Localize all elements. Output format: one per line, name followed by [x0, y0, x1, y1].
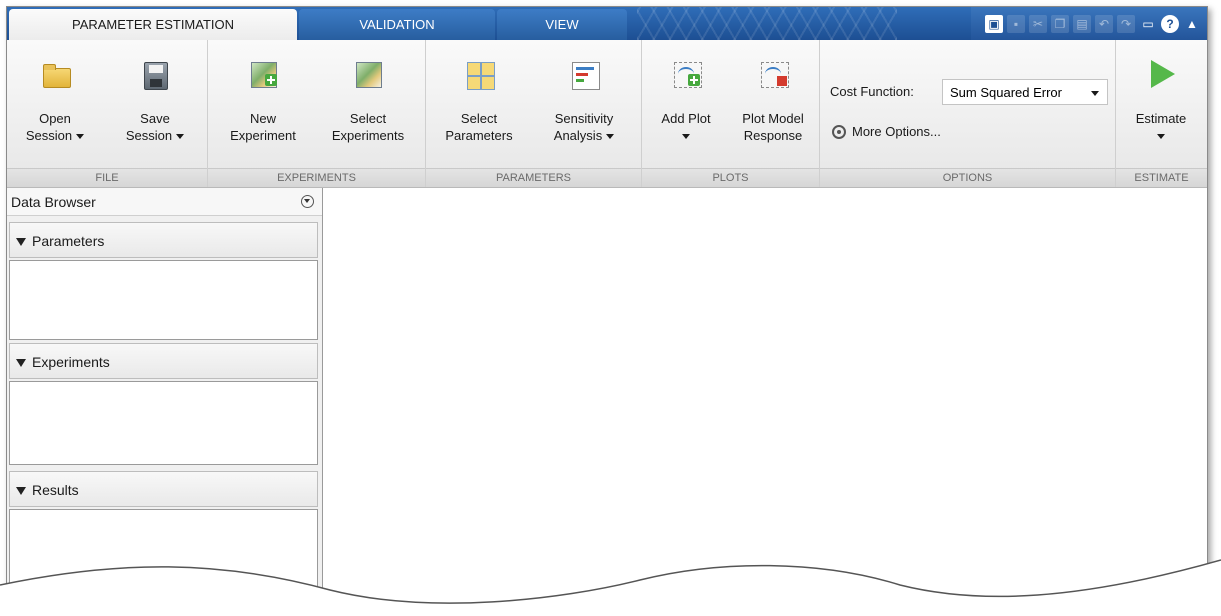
- torn-edge: [0, 559, 1221, 616]
